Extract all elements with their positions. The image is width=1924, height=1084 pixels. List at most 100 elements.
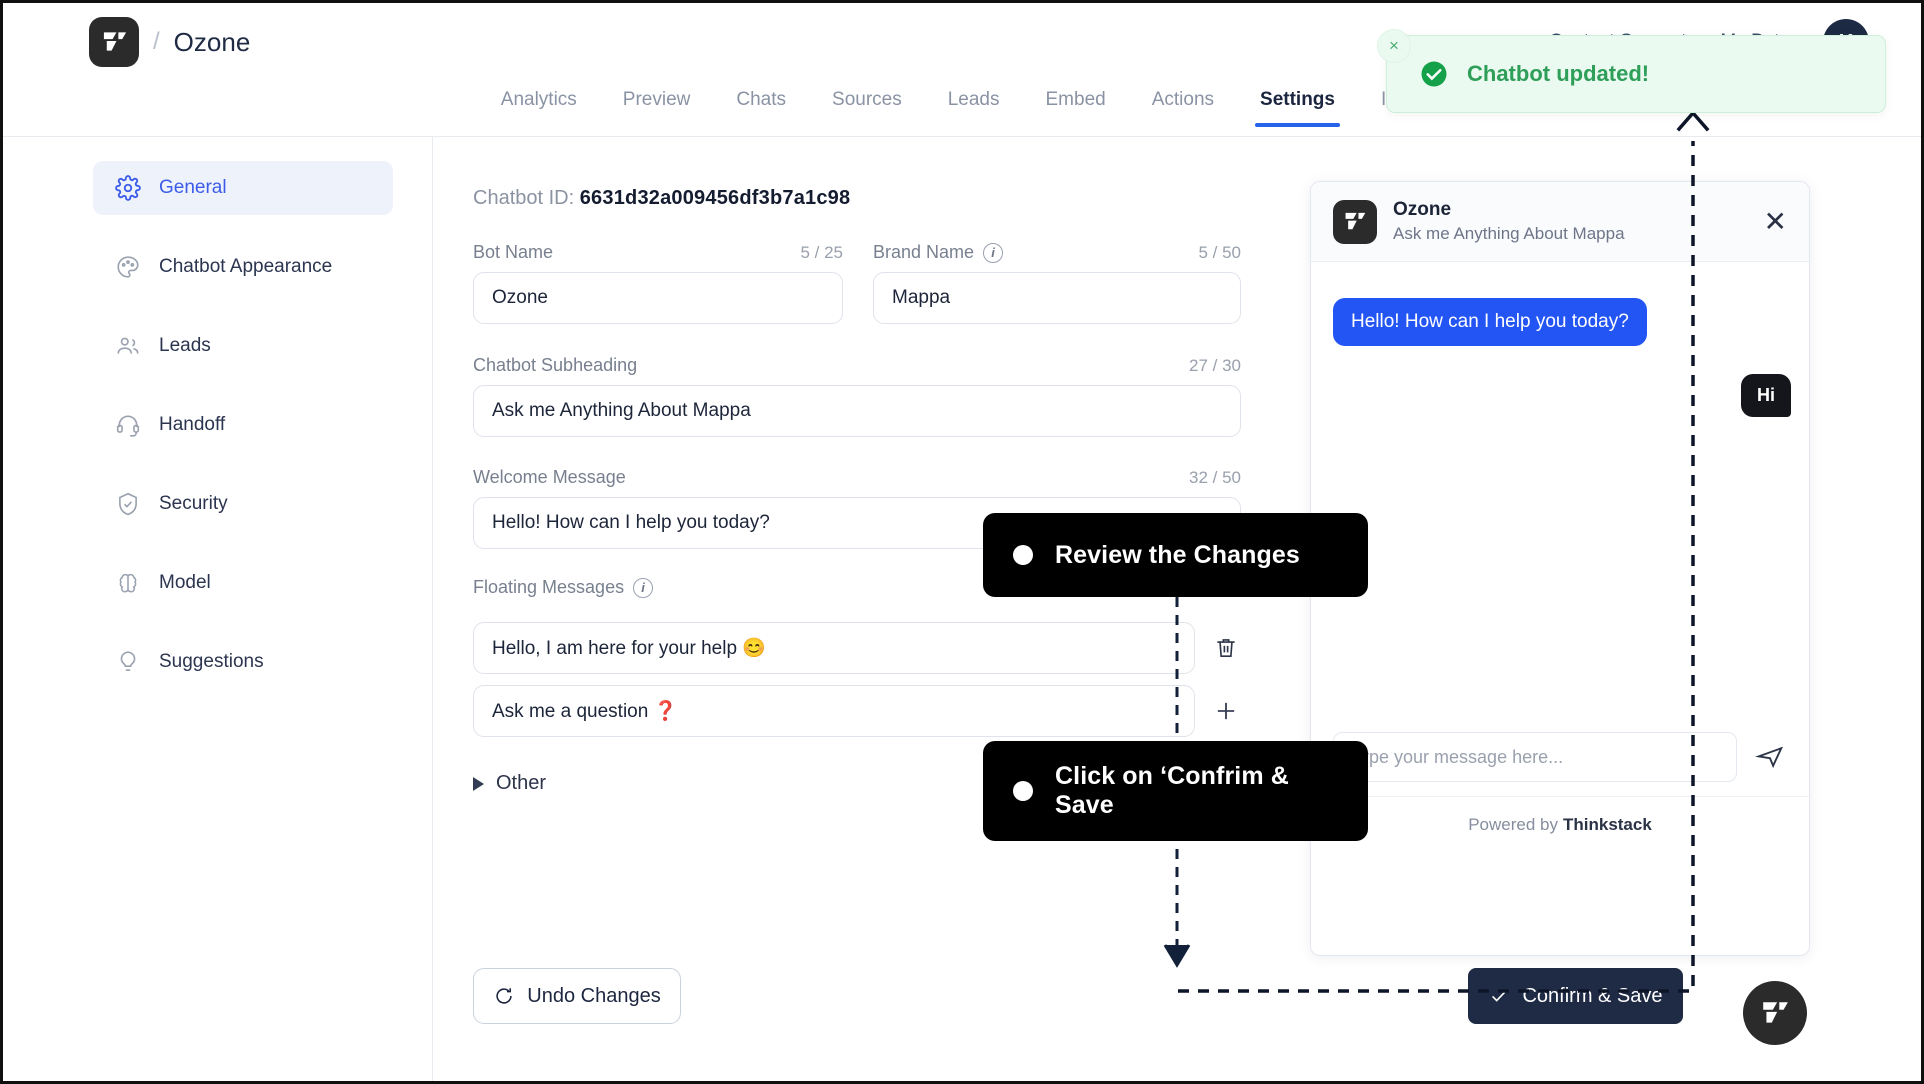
breadcrumb-separator: / — [153, 28, 160, 55]
check-circle-icon — [1421, 61, 1447, 87]
subheading-input[interactable]: Ask me Anything About Mappa — [473, 385, 1241, 437]
chat-preview-panel: Ozone Ask me Anything About Mappa ✕ Hell… — [1310, 181, 1810, 956]
send-icon[interactable] — [1753, 742, 1787, 772]
headset-icon — [116, 415, 140, 437]
bot-name-field-group: Bot Name 5 / 25 Ozone — [473, 242, 843, 324]
brand-name-label: Brand Name — [873, 242, 975, 262]
subheading-counter: 27 / 30 — [1189, 355, 1241, 375]
app-window: / Ozone Contact Support My Bots K Analyt… — [0, 0, 1924, 1084]
chat-bot-avatar-icon — [1333, 199, 1377, 244]
thinkstack-logo-icon — [89, 17, 139, 67]
general-settings-form: Chatbot ID: 6631d32a009456df3b7a1c98 Bot… — [433, 137, 1283, 1081]
chatbot-id-value: 6631d32a009456df3b7a1c98 — [579, 187, 851, 209]
toast-notification: Chatbot updated! — [1386, 35, 1886, 113]
chevron-right-icon — [473, 776, 484, 791]
undo-icon — [496, 988, 512, 1004]
sidebar-item-leads[interactable]: Leads — [93, 319, 393, 373]
callout-bullet-icon — [1013, 545, 1033, 565]
other-section-toggle[interactable]: Other — [473, 772, 546, 795]
callout-click-confirm-save: Click on ‘Confrim & Save — [983, 741, 1368, 841]
sidebar-item-label: Security — [159, 493, 228, 514]
shield-check-icon — [119, 492, 137, 516]
toast-message: Chatbot updated! — [1467, 61, 1650, 86]
toast-close-button[interactable]: × — [1377, 29, 1411, 63]
palette-icon — [117, 256, 139, 278]
chat-bubble-user: Hi — [1741, 374, 1791, 417]
sidebar-item-general[interactable]: General — [93, 161, 393, 215]
users-icon — [117, 337, 139, 354]
subheading-label: Chatbot Subheading — [473, 355, 638, 375]
floating-message-row: Ask me a question ❓ — [473, 685, 1241, 737]
floating-messages-label: Floating Messages — [473, 577, 625, 597]
logo-glyph-icon — [1345, 212, 1366, 230]
chatbot-id-row: Chatbot ID: 6631d32a009456df3b7a1c98 — [473, 187, 850, 210]
brain-icon — [119, 573, 137, 593]
callout-review-changes: Review the Changes — [983, 513, 1368, 597]
callout-text: Review the Changes — [1055, 540, 1300, 569]
breadcrumb: / Ozone — [89, 17, 250, 67]
brand-name-input[interactable]: Mappa — [873, 272, 1241, 324]
sidebar-item-label: Chatbot Appearance — [159, 256, 333, 277]
tab-analytics[interactable]: Analytics — [478, 89, 600, 127]
info-icon[interactable]: i — [633, 577, 654, 598]
sidebar-item-label: Handoff — [159, 414, 226, 435]
tab-sources[interactable]: Sources — [809, 89, 925, 127]
floating-message-row: Hello, I am here for your help 😊 — [473, 622, 1241, 674]
gear-icon — [115, 175, 141, 201]
tab-embed[interactable]: Embed — [1023, 89, 1129, 127]
confirm-save-label: Confirm & Save — [1522, 984, 1663, 1007]
sidebar-item-label: General — [159, 177, 227, 198]
bot-name-input[interactable]: Ozone — [473, 272, 843, 324]
check-icon — [1492, 990, 1507, 1002]
settings-sidebar: General Chatbot Appearance Leads Handoff… — [3, 137, 433, 1081]
sidebar-item-model[interactable]: Model — [93, 556, 393, 610]
bot-name-label: Bot Name — [473, 242, 554, 262]
sidebar-item-label: Suggestions — [159, 651, 264, 672]
brand-name-label: Thinkstack — [1562, 814, 1652, 834]
chat-preview-subtitle: Ask me Anything About Mappa — [1393, 224, 1625, 243]
sidebar-item-security[interactable]: Security — [93, 477, 393, 531]
logo-glyph-icon — [103, 32, 126, 51]
chat-preview-title: Ozone — [1393, 199, 1452, 220]
chat-preview-header: Ozone Ask me Anything About Mappa ✕ — [1311, 182, 1809, 262]
page-title: Ozone — [173, 26, 251, 57]
tab-leads[interactable]: Leads — [925, 89, 1023, 127]
info-icon[interactable]: i — [983, 242, 1004, 263]
tab-settings[interactable]: Settings — [1237, 89, 1358, 127]
subheading-field-group: Chatbot Subheading 27 / 30 Ask me Anythi… — [473, 355, 1241, 437]
tab-actions[interactable]: Actions — [1129, 89, 1237, 127]
floating-message-input[interactable]: Hello, I am here for your help 😊 — [473, 622, 1195, 674]
chat-input-row: Type your message here... — [1311, 718, 1809, 796]
sidebar-item-handoff[interactable]: Handoff — [93, 398, 393, 452]
welcome-message-counter: 32 / 50 — [1189, 467, 1241, 487]
undo-changes-label: Undo Changes — [527, 984, 661, 1007]
other-label: Other — [496, 772, 547, 794]
bot-name-counter: 5 / 25 — [800, 242, 843, 262]
chat-bubble-bot: Hello! How can I help you today? — [1333, 298, 1647, 346]
brand-name-field-group: Brand Name i 5 / 50 Mappa — [873, 242, 1241, 324]
plus-icon[interactable] — [1211, 697, 1241, 725]
sidebar-item-chatbot-appearance[interactable]: Chatbot Appearance — [93, 240, 393, 294]
undo-changes-button[interactable]: Undo Changes — [473, 968, 681, 1024]
chat-widget-fab[interactable] — [1743, 981, 1807, 1045]
callout-text: Click on ‘Confrim & Save — [1055, 761, 1289, 820]
powered-by-label: Powered by — [1468, 814, 1558, 834]
trash-icon[interactable] — [1211, 635, 1241, 661]
brand-name-counter: 5 / 50 — [1198, 242, 1241, 262]
sidebar-item-suggestions[interactable]: Suggestions — [93, 635, 393, 689]
lightbulb-icon — [120, 651, 136, 671]
chat-preview-body: Hello! How can I help you today? Hi Type… — [1311, 262, 1809, 852]
callout-bullet-icon — [1013, 781, 1033, 801]
tab-preview[interactable]: Preview — [600, 89, 714, 127]
sidebar-item-label: Model — [159, 572, 211, 593]
chat-message-input[interactable]: Type your message here... — [1333, 732, 1737, 782]
floating-message-input[interactable]: Ask me a question ❓ — [473, 685, 1195, 737]
sidebar-item-label: Leads — [159, 335, 211, 356]
tab-chats[interactable]: Chats — [713, 89, 809, 127]
welcome-message-label: Welcome Message — [473, 467, 626, 487]
logo-glyph-icon — [1763, 1002, 1788, 1023]
confirm-save-button[interactable]: Confirm & Save — [1468, 968, 1683, 1024]
close-icon[interactable]: ✕ — [1764, 207, 1787, 236]
chatbot-id-label: Chatbot ID: — [473, 187, 575, 209]
chat-preview-footer: Powered by Thinkstack — [1311, 796, 1809, 852]
